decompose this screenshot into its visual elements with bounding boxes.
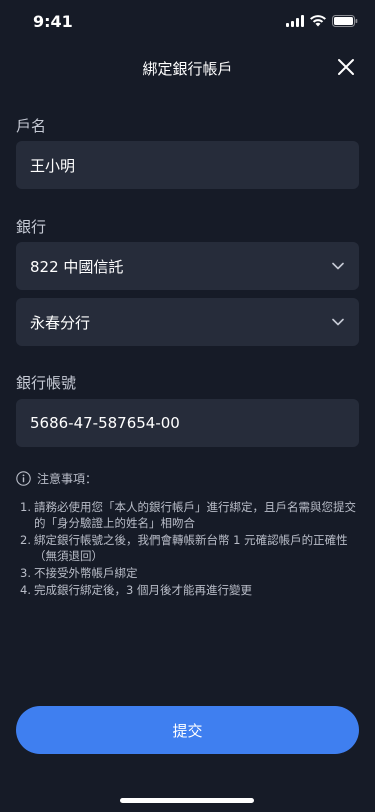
page-title: 綁定銀行帳戶 [142, 60, 233, 78]
notice-item-text: 不接受外幣帳戶綁定 [34, 566, 138, 580]
branch-select[interactable]: 永春分行 [16, 298, 359, 346]
notice-item: 2. 綁定銀行帳號之後，我們會轉帳新台幣 1 元確認帳戶的正確性（無須退回） [16, 532, 359, 564]
status-time: 9:41 [33, 12, 73, 31]
account-name-value: 王小明 [30, 156, 76, 175]
wifi-icon [310, 15, 326, 27]
branch-value: 永春分行 [30, 313, 91, 332]
info-icon [16, 471, 31, 486]
bank-value: 822 中國信託 [30, 257, 124, 276]
account-number-field[interactable]: 5686-47-587654-00 [16, 399, 359, 447]
notice-list: 1. 請務必使用您「本人的銀行帳戶」進行綁定，且戶名需與您提交的「身分驗證上的姓… [16, 499, 359, 598]
home-indicator [120, 798, 254, 803]
notice-item-text: 綁定銀行帳號之後，我們會轉帳新台幣 1 元確認帳戶的正確性（無須退回） [34, 533, 348, 563]
notice-header: 注意事項： [16, 470, 359, 487]
account-number-value: 5686-47-587654-00 [30, 414, 180, 432]
notice-item-text: 請務必使用您「本人的銀行帳戶」進行綁定，且戶名需與您提交的「身分驗證上的姓名」相… [34, 500, 356, 530]
close-icon [338, 59, 354, 75]
notice-item-number: 1. [20, 500, 31, 514]
chevron-down-icon [331, 315, 345, 329]
notice-section: 注意事項： 1. 請務必使用您「本人的銀行帳戶」進行綁定，且戶名需與您提交的「身… [16, 470, 359, 599]
account-number-label: 銀行帳號 [16, 374, 77, 392]
bank-select[interactable]: 822 中國信託 [16, 242, 359, 290]
cellular-signal-icon [286, 15, 304, 27]
chevron-down-icon [331, 259, 345, 273]
status-icons [286, 15, 358, 27]
notice-item: 1. 請務必使用您「本人的銀行帳戶」進行綁定，且戶名需與您提交的「身分驗證上的姓… [16, 499, 359, 531]
notice-item-text: 完成銀行綁定後，3 個月後才能再進行變更 [34, 583, 252, 597]
status-bar: 9:41 [0, 0, 375, 44]
submit-button[interactable]: 提交 [16, 706, 359, 754]
account-name-label: 戶名 [16, 117, 47, 135]
account-name-field[interactable]: 王小明 [16, 141, 359, 189]
notice-title: 注意事項： [37, 472, 98, 486]
battery-icon [332, 15, 358, 27]
notice-item-number: 4. [20, 583, 31, 597]
header: 綁定銀行帳戶 [0, 44, 375, 90]
notice-item: 3. 不接受外幣帳戶綁定 [16, 565, 359, 581]
notice-item-number: 3. [20, 566, 31, 580]
close-button[interactable] [333, 54, 359, 80]
notice-item: 4. 完成銀行綁定後，3 個月後才能再進行變更 [16, 582, 359, 598]
notice-item-number: 2. [20, 533, 31, 547]
bank-label: 銀行 [16, 218, 47, 236]
